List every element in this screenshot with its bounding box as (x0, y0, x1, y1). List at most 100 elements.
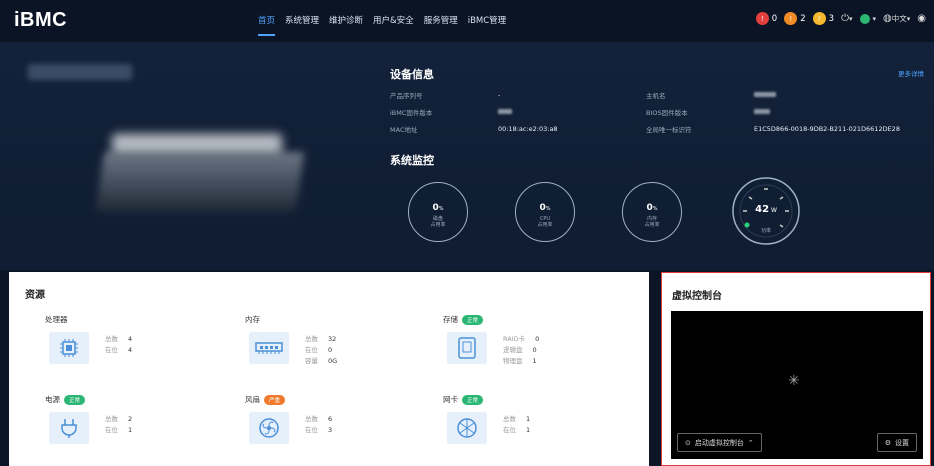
power-unit: W (770, 207, 777, 214)
gauge-unit: % (652, 206, 658, 212)
stat-value: 4 (128, 335, 133, 343)
power-icon: ⏻ (841, 13, 849, 24)
loading-spinner-icon: ✳ (788, 373, 800, 389)
resource-name: 处理器 (45, 315, 68, 324)
gauge-label: 占用率 (644, 222, 660, 228)
info-value-redacted (754, 91, 776, 99)
network-icon (447, 412, 487, 444)
critical-alert-icon: ! (755, 12, 769, 25)
resource-fan[interactable]: 风扇 严重 总数 6 在位 3 (245, 394, 435, 466)
virtual-console-panel: 虚拟控制台 ✳ ⊙ 启动虚拟控制台 ⌃ ⚙ 设置 (661, 272, 931, 466)
memory-icon (249, 332, 289, 364)
stat-value: 1 (526, 426, 531, 434)
info-key: iBMC固件版本 (390, 108, 433, 117)
console-settings-button[interactable]: ⚙ 设置 (876, 433, 917, 452)
memory-usage-gauge: 0% 内存 占用率 (622, 182, 682, 242)
info-value: - (498, 90, 501, 99)
gear-icon: ⚙ (884, 438, 891, 447)
monitor-gauges: 0% 磁盘 占用率 0% CPU 占用率 0% 内存 占用率 42 W 功率 (400, 177, 820, 252)
processor-icon (49, 332, 89, 364)
resources-panel: 资源 处理器 总数 4 在位 4 内存 总数 32 在位 0 容量 0G 存储 正常 RAID卡 0… (9, 272, 649, 466)
overview-panel: 设备信息 更多详情 产品序列号 - 主机名 iBMC固件版本 BIOS固件版本 … (0, 42, 934, 270)
nav-ibmc-management[interactable]: iBMC管理 (468, 14, 506, 26)
nav-maintenance[interactable]: 维护诊断 (329, 14, 363, 26)
major-alert-icon: ! (784, 12, 798, 25)
uid-icon (859, 13, 870, 24)
logo: iBMC (14, 9, 68, 31)
stat-key: 总数 (305, 335, 318, 343)
minor-alert[interactable]: ! 3 (812, 12, 834, 25)
stat-key: 在位 (305, 346, 318, 354)
stat-key: RAID卡 (503, 335, 526, 343)
user-button[interactable]: ◉ (917, 13, 926, 24)
power-label: 功率 (760, 228, 771, 234)
resource-memory[interactable]: 内存 总数 32 在位 0 容量 0G (245, 314, 435, 389)
disk-usage-gauge: 0% 磁盘 占用率 (408, 182, 468, 242)
uid-button[interactable]: ▾ (859, 13, 876, 24)
virtual-console-title: 虚拟控制台 (672, 291, 722, 302)
stat-value: 6 (328, 415, 333, 423)
info-key: BIOS固件版本 (646, 108, 688, 117)
info-key: 主机名 (646, 91, 666, 100)
cpu-usage-gauge: 0% CPU 占用率 (515, 182, 575, 242)
stat-key: 逻辑盘 (503, 346, 523, 354)
nav-home[interactable]: 首页 (258, 14, 276, 36)
stat-key: 容量 (305, 357, 318, 365)
stat-value: 3 (328, 426, 333, 434)
status-badge: 严重 (264, 394, 286, 405)
stat-value: 32 (328, 335, 337, 343)
status-badge: 正常 (462, 394, 484, 405)
resource-name: 网卡 (443, 395, 458, 404)
launch-console-button[interactable]: ⊙ 启动虚拟控制台 ⌃ (677, 433, 762, 452)
storage-icon (447, 332, 487, 364)
nav-system-management[interactable]: 系统管理 (285, 14, 319, 26)
info-value-redacted (498, 108, 646, 116)
info-key: 产品序列号 (390, 91, 423, 100)
play-icon: ⊙ (685, 438, 691, 447)
stat-value: 1 (532, 357, 537, 365)
plug-icon (49, 412, 89, 444)
stat-value: 1 (128, 426, 133, 434)
major-alert[interactable]: ! 2 (784, 12, 806, 25)
info-row: MAC地址 00:18:ac:e2:03:a8 全局唯一标识符 E1C5D866… (390, 120, 930, 137)
nav-user-security[interactable]: 用户&安全 (373, 14, 414, 26)
globe-icon: ◍ (883, 13, 892, 24)
language-select[interactable]: ◍ 中文 ▾ (883, 13, 910, 24)
resource-name: 风扇 (245, 395, 260, 404)
stat-value: 0 (535, 335, 540, 343)
top-bar: iBMC 首页 系统管理 维护诊断 用户&安全 服务管理 iBMC管理 ! 0 !… (0, 0, 934, 42)
stat-key: 总数 (105, 415, 118, 423)
info-row: 产品序列号 - 主机名 (390, 86, 930, 103)
server-name-redacted (28, 64, 132, 80)
power-button[interactable]: ⏻ ▾ (841, 13, 852, 24)
info-value-redacted (754, 108, 770, 116)
resource-name: 电源 (45, 395, 60, 404)
console-preview[interactable]: ✳ ⊙ 启动虚拟控制台 ⌃ ⚙ 设置 (671, 311, 923, 459)
resource-cpu[interactable]: 处理器 总数 4 在位 4 (45, 314, 235, 389)
minor-alert-icon: ! (812, 12, 826, 25)
server-image (95, 152, 305, 212)
info-row: iBMC固件版本 BIOS固件版本 (390, 103, 930, 120)
stat-key: 总数 (105, 335, 118, 343)
info-key: MAC地址 (390, 125, 418, 134)
power-value: 42 (755, 204, 770, 215)
nav-service-management[interactable]: 服务管理 (424, 14, 458, 26)
stat-key: 在位 (105, 346, 118, 354)
main-nav: 首页 系统管理 维护诊断 用户&安全 服务管理 iBMC管理 (258, 14, 506, 36)
resource-storage[interactable]: 存储 正常 RAID卡 0 逻辑盘 0 物理盘 1 (443, 314, 633, 389)
stat-value: 4 (128, 346, 133, 354)
user-icon: ◉ (917, 13, 926, 24)
stat-key: 总数 (305, 415, 318, 423)
chevron-up-icon: ⌃ (747, 438, 754, 447)
critical-alert[interactable]: ! 0 (755, 12, 777, 25)
stat-key: 总数 (503, 415, 516, 423)
stat-value: 2 (128, 415, 133, 423)
stat-key: 物理盘 (503, 357, 523, 365)
resource-power-supply[interactable]: 电源 正常 总数 2 在位 1 (45, 394, 235, 466)
header-tools: ! 0 ! 2 ! 3 ⏻ ▾ ▾ ◍ 中文 ▾ ◉ (755, 12, 926, 25)
device-info-title: 设备信息 (390, 68, 434, 81)
info-key: 全局唯一标识符 (646, 125, 692, 134)
resource-network-card[interactable]: 网卡 正常 总数 1 在位 1 (443, 394, 633, 466)
resource-name: 内存 (245, 315, 260, 324)
more-details-link[interactable]: 更多详情 (898, 68, 924, 78)
